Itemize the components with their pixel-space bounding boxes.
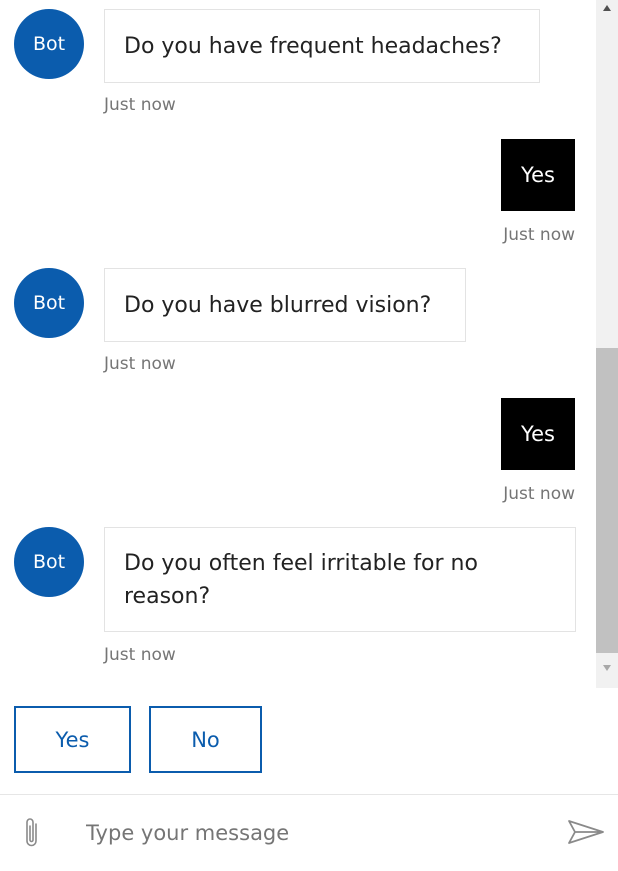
chat-scrollbar[interactable] — [596, 0, 618, 688]
scrollbar-thumb[interactable] — [596, 348, 618, 653]
bot-message: Do you have frequent headaches? — [104, 9, 540, 83]
scroll-down-arrow-icon[interactable] — [596, 660, 618, 676]
send-icon[interactable] — [566, 817, 606, 847]
bot-avatar: Bot — [14, 268, 84, 338]
bot-avatar: Bot — [14, 527, 84, 597]
scroll-up-arrow-icon[interactable] — [596, 0, 618, 16]
message-input[interactable] — [86, 815, 526, 851]
message-timestamp: Just now — [503, 484, 575, 504]
paperclip-icon[interactable] — [19, 815, 45, 851]
bot-message: Do you often feel irritable for no reaso… — [104, 527, 576, 632]
suggested-action-yes-button[interactable]: Yes — [14, 706, 131, 773]
message-timestamp: Just now — [104, 95, 176, 115]
suggested-action-no-button[interactable]: No — [149, 706, 262, 773]
user-message: Yes — [501, 398, 575, 470]
message-input-bar — [0, 794, 618, 871]
message-timestamp: Just now — [104, 645, 176, 665]
user-message: Yes — [501, 139, 575, 211]
chat-transcript[interactable]: Bot Do you have frequent headaches? Just… — [0, 0, 618, 688]
bot-message: Do you have blurred vision? — [104, 268, 466, 342]
message-timestamp: Just now — [104, 354, 176, 374]
message-timestamp: Just now — [503, 225, 575, 245]
bot-avatar: Bot — [14, 9, 84, 79]
